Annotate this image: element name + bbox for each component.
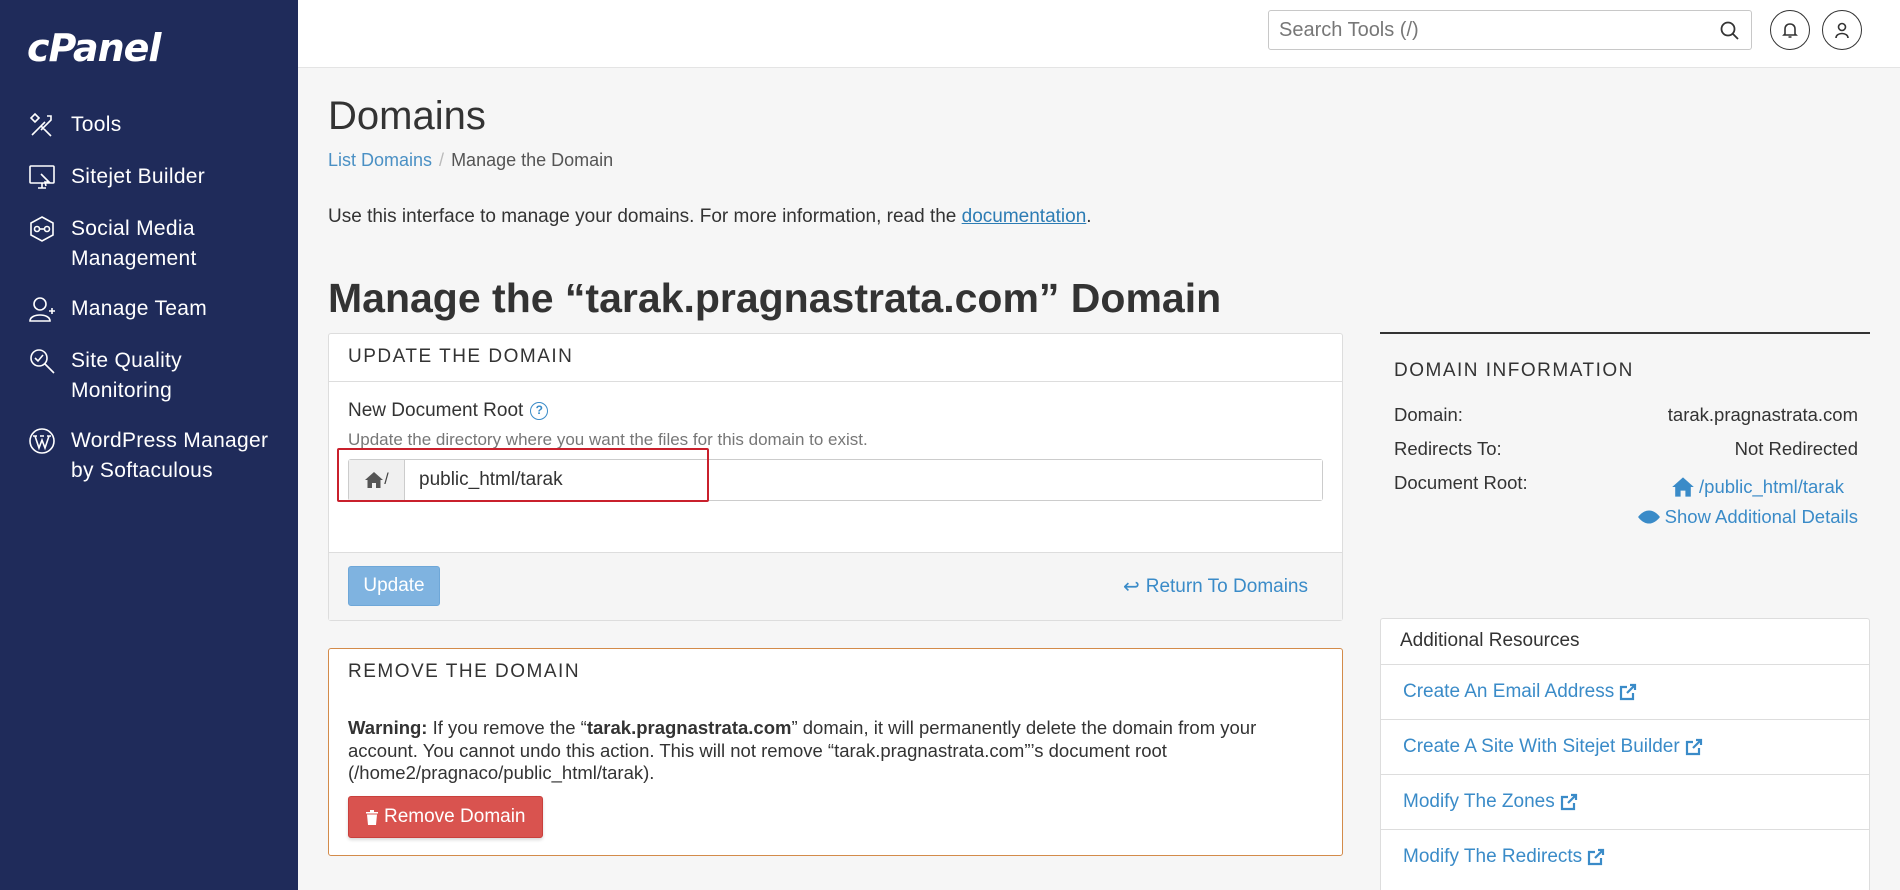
- external-link-icon: [1620, 683, 1637, 701]
- user-icon: [1835, 22, 1849, 39]
- return-label: Return To Domains: [1145, 575, 1308, 597]
- search-box: [1268, 10, 1752, 50]
- update-button[interactable]: Update: [348, 566, 440, 606]
- addon-slash: /: [384, 471, 389, 488]
- resource-label: Modify The Zones: [1403, 791, 1555, 812]
- external-link-icon: [1560, 793, 1577, 811]
- show-details-label: Show Additional Details: [1664, 506, 1858, 527]
- modify-redirects-link[interactable]: Modify The Redirects: [1403, 846, 1605, 868]
- intro-prefix: Use this interface to manage your domain…: [328, 206, 962, 227]
- breadcrumb-separator: /: [439, 150, 445, 170]
- resource-label: Modify The Redirects: [1403, 846, 1583, 867]
- modify-zones-link[interactable]: Modify The Zones: [1403, 791, 1578, 813]
- redirects-value: Not Redirected: [1734, 438, 1858, 459]
- sidebar-item-label: Site Quality Monitoring: [71, 349, 182, 402]
- wordpress-icon: [27, 426, 59, 458]
- bell-icon: [1782, 23, 1798, 38]
- intro-suffix: .: [1086, 206, 1092, 227]
- reply-arrow-icon: ↩: [1122, 576, 1140, 598]
- sidebar-item-label: Manage Team: [71, 297, 207, 320]
- sidebar-item-sitejet[interactable]: Sitejet Builder: [27, 162, 287, 194]
- notifications-button[interactable]: [1770, 10, 1810, 50]
- external-link-icon: [1588, 848, 1605, 866]
- create-email-link[interactable]: Create An Email Address: [1403, 681, 1637, 703]
- home-icon: [365, 472, 384, 488]
- trash-icon: [366, 809, 378, 825]
- domain-information: DOMAIN INFORMATION Domain: tarak.pragnas…: [1380, 332, 1870, 632]
- manage-domain-heading: Manage the “tarak.pragnastrata.com” Doma…: [328, 275, 1222, 321]
- warning-part1: If you remove the “: [427, 717, 587, 738]
- social-media-icon: [27, 214, 59, 246]
- domain-value: tarak.pragnastrata.com: [1667, 404, 1858, 425]
- user-menu-button[interactable]: [1822, 10, 1862, 50]
- resource-label: Create A Site With Sitejet Builder: [1403, 736, 1680, 757]
- documentation-link[interactable]: documentation: [962, 206, 1087, 227]
- create-sitejet-link[interactable]: Create A Site With Sitejet Builder: [1403, 736, 1703, 758]
- team-icon: [27, 294, 59, 326]
- resource-item: Create A Site With Sitejet Builder: [1381, 720, 1869, 775]
- sidebar-item-wordpress[interactable]: WordPress Manager by Softaculous: [27, 426, 287, 486]
- redirects-label: Redirects To:: [1394, 438, 1502, 459]
- docroot-value-wrap: /public_html/tarak: [1671, 476, 1844, 503]
- warning-domain: tarak.pragnastrata.com: [586, 717, 792, 738]
- sidebar-item-manage-team[interactable]: Manage Team: [27, 294, 287, 326]
- cpanel-logo[interactable]: cPanel: [27, 26, 161, 70]
- home-path-addon: /: [349, 460, 405, 500]
- docroot-value: /public_html/tarak: [1699, 476, 1844, 497]
- warning-label: Warning:: [348, 717, 428, 738]
- resources-heading: Additional Resources: [1381, 619, 1869, 665]
- intro-text: Use this interface to manage your domain…: [328, 206, 1092, 228]
- page-title: Domains: [328, 94, 486, 138]
- docroot-label: Document Root:: [1394, 472, 1528, 493]
- sidebar-item-label: WordPress Manager by Softaculous: [71, 429, 269, 482]
- eye-icon: [1637, 510, 1660, 524]
- remove-domain-button[interactable]: Remove Domain: [348, 796, 543, 838]
- document-root-label-text: New Document Root: [348, 400, 524, 421]
- document-root-label: New Document Root ?: [348, 400, 549, 422]
- search-icon[interactable]: [1719, 20, 1741, 42]
- external-link-icon: [1685, 738, 1702, 756]
- return-to-domains-link[interactable]: ↩ Return To Domains: [1123, 574, 1308, 599]
- sidebar-item-label: Sitejet Builder: [71, 165, 206, 188]
- sidebar-item-social-media[interactable]: Social Media Management: [27, 214, 287, 274]
- docroot-link[interactable]: /public_html/tarak: [1671, 476, 1844, 498]
- help-icon[interactable]: ?: [530, 402, 549, 420]
- update-domain-heading: UPDATE THE DOMAIN: [329, 334, 1342, 382]
- search-input[interactable]: [1279, 12, 1709, 48]
- resource-item: Modify The Zones: [1381, 775, 1869, 830]
- remove-domain-panel: REMOVE THE DOMAIN Warning: If you remove…: [328, 648, 1343, 856]
- update-panel-footer: Update ↩ Return To Domains: [329, 552, 1342, 620]
- sidebar-item-site-quality[interactable]: Site Quality Monitoring: [27, 346, 287, 406]
- show-details-wrap: Show Additional Details: [1637, 506, 1858, 533]
- document-root-help: Update the directory where you want the …: [348, 430, 868, 449]
- remove-warning-text: Warning: If you remove the “tarak.pragna…: [348, 717, 1308, 785]
- sidebar-item-label: Social Media Management: [71, 217, 197, 270]
- document-root-input[interactable]: [405, 460, 1322, 500]
- site-quality-icon: [27, 346, 59, 378]
- sidebar: cPanel Tools Sitejet Builder Social Medi…: [0, 0, 298, 890]
- tools-icon: [27, 110, 59, 142]
- additional-resources: Additional Resources Create An Email Add…: [1380, 618, 1870, 890]
- home-icon: [1672, 477, 1694, 497]
- document-root-input-group: /: [348, 459, 1323, 501]
- sidebar-item-tools[interactable]: Tools: [27, 110, 287, 142]
- resource-item: Create An Email Address: [1381, 665, 1869, 720]
- remove-domain-label: Remove Domain: [384, 806, 526, 827]
- sitejet-icon: [27, 162, 59, 194]
- breadcrumb: List Domains / Manage the Domain: [328, 150, 613, 171]
- remove-domain-heading: REMOVE THE DOMAIN: [348, 661, 581, 682]
- sidebar-item-label: Tools: [71, 113, 122, 136]
- resource-item: Modify The Redirects: [1381, 830, 1869, 885]
- update-domain-panel: UPDATE THE DOMAIN New Document Root ? Up…: [328, 333, 1343, 621]
- domain-info-heading: DOMAIN INFORMATION: [1394, 360, 1634, 381]
- resource-label: Create An Email Address: [1403, 681, 1615, 702]
- show-additional-details-link[interactable]: Show Additional Details: [1637, 506, 1858, 528]
- sidebar-nav: Tools Sitejet Builder Social Media Manag…: [27, 110, 287, 506]
- breadcrumb-current: Manage the Domain: [451, 150, 614, 170]
- top-bar: [298, 0, 1900, 68]
- breadcrumb-list-domains[interactable]: List Domains: [328, 150, 432, 170]
- domain-label: Domain:: [1394, 404, 1463, 425]
